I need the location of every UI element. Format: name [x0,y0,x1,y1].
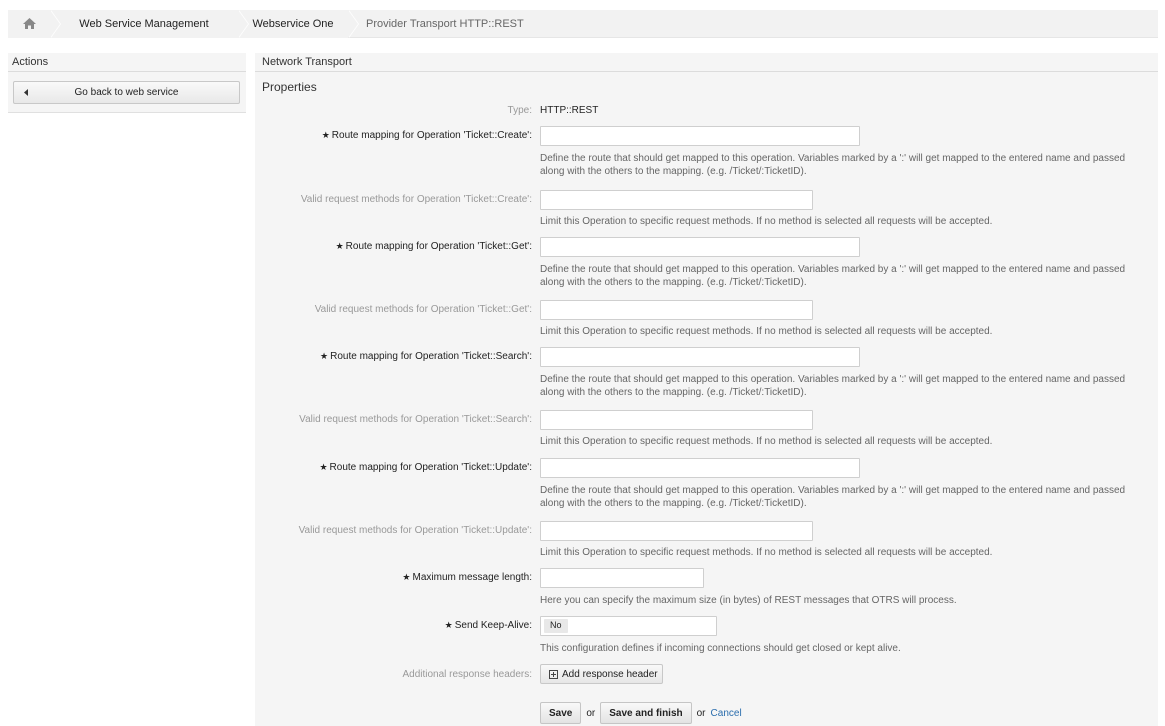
home-icon [22,18,36,29]
max-length-label: ★ Maximum message length: [402,572,532,583]
type-label: Type: [507,105,532,116]
keep-alive-label: ★ Send Keep-Alive: [444,620,532,631]
required-star-icon: ★ [319,462,328,472]
network-transport-panel: Network Transport Properties Type: HTTP:… [255,53,1158,726]
route-search-input[interactable] [540,347,860,367]
save-and-finish-button[interactable]: Save and finish [600,702,692,724]
max-length-desc: Here you can specify the maximum size (i… [540,595,957,606]
route-create-input[interactable] [540,126,860,146]
route-get-label: ★ Route mapping for Operation 'Ticket::Ge… [335,241,532,252]
keep-alive-value: No [544,619,568,633]
or-text: or [586,707,596,719]
keep-alive-desc: This configuration defines if incoming c… [540,643,901,654]
route-create-desc: Define the route that should get mapped … [540,153,1126,177]
methods-create-desc: Limit this Operation to specific request… [540,216,993,227]
required-star-icon: ★ [402,572,411,582]
required-star-icon: ★ [444,620,453,630]
actions-sidebar: Actions Go back to web service [8,53,246,113]
route-update-input[interactable] [540,458,860,478]
add-response-header-button[interactable]: Add response header [540,664,663,684]
methods-search-select[interactable] [540,410,813,430]
save-button[interactable]: Save [540,702,582,724]
methods-get-desc: Limit this Operation to specific request… [540,326,993,337]
caret-left-icon [14,89,38,96]
methods-update-label: Valid request methods for Operation 'Tic… [298,525,532,536]
methods-create-select[interactable] [540,190,813,210]
required-star-icon: ★ [320,351,329,361]
methods-update-desc: Limit this Operation to specific request… [540,547,993,558]
form-actions: Save or Save and finish or Cancel [540,702,742,724]
route-create-label: ★ Route mapping for Operation 'Ticket::Cr… [321,130,532,141]
route-update-label: ★ Route mapping for Operation 'Ticket::Up… [319,462,532,473]
max-length-input[interactable] [540,568,704,588]
keep-alive-select[interactable]: No [540,616,717,636]
methods-create-label: Valid request methods for Operation 'Tic… [300,194,532,205]
or-text: or [696,707,706,719]
breadcrumb-current: Provider Transport HTTP::REST [366,17,524,30]
properties-heading: Properties [262,80,317,94]
panel-title: Network Transport [255,53,1158,72]
plus-square-icon [549,669,558,679]
cancel-link[interactable]: Cancel [711,708,742,719]
required-star-icon: ★ [321,130,330,140]
go-back-button[interactable]: Go back to web service [13,81,240,104]
methods-search-desc: Limit this Operation to specific request… [540,436,993,447]
breadcrumb: Web Service Management Webservice One Pr… [8,9,1158,38]
route-update-desc: Define the route that should get mapped … [540,485,1126,509]
response-headers-label: Additional response headers: [402,669,532,680]
breadcrumb-webservice-one[interactable]: Webservice One [238,9,359,38]
add-response-header-label: Add response header [562,668,658,680]
methods-get-label: Valid request methods for Operation 'Tic… [314,304,532,315]
type-value: HTTP::REST [540,105,599,116]
methods-get-select[interactable] [540,300,813,320]
route-search-label: ★ Route mapping for Operation 'Ticket::Se… [320,351,532,362]
route-search-desc: Define the route that should get mapped … [540,374,1126,398]
route-get-desc: Define the route that should get mapped … [540,264,1126,288]
go-back-label: Go back to web service [74,87,179,98]
methods-search-label: Valid request methods for Operation 'Tic… [299,414,532,425]
sidebar-title: Actions [8,53,246,72]
route-get-input[interactable] [540,237,860,257]
breadcrumb-home[interactable] [8,9,61,38]
methods-update-select[interactable] [540,521,813,541]
breadcrumb-web-service-management[interactable]: Web Service Management [50,9,249,38]
required-star-icon: ★ [335,241,344,251]
